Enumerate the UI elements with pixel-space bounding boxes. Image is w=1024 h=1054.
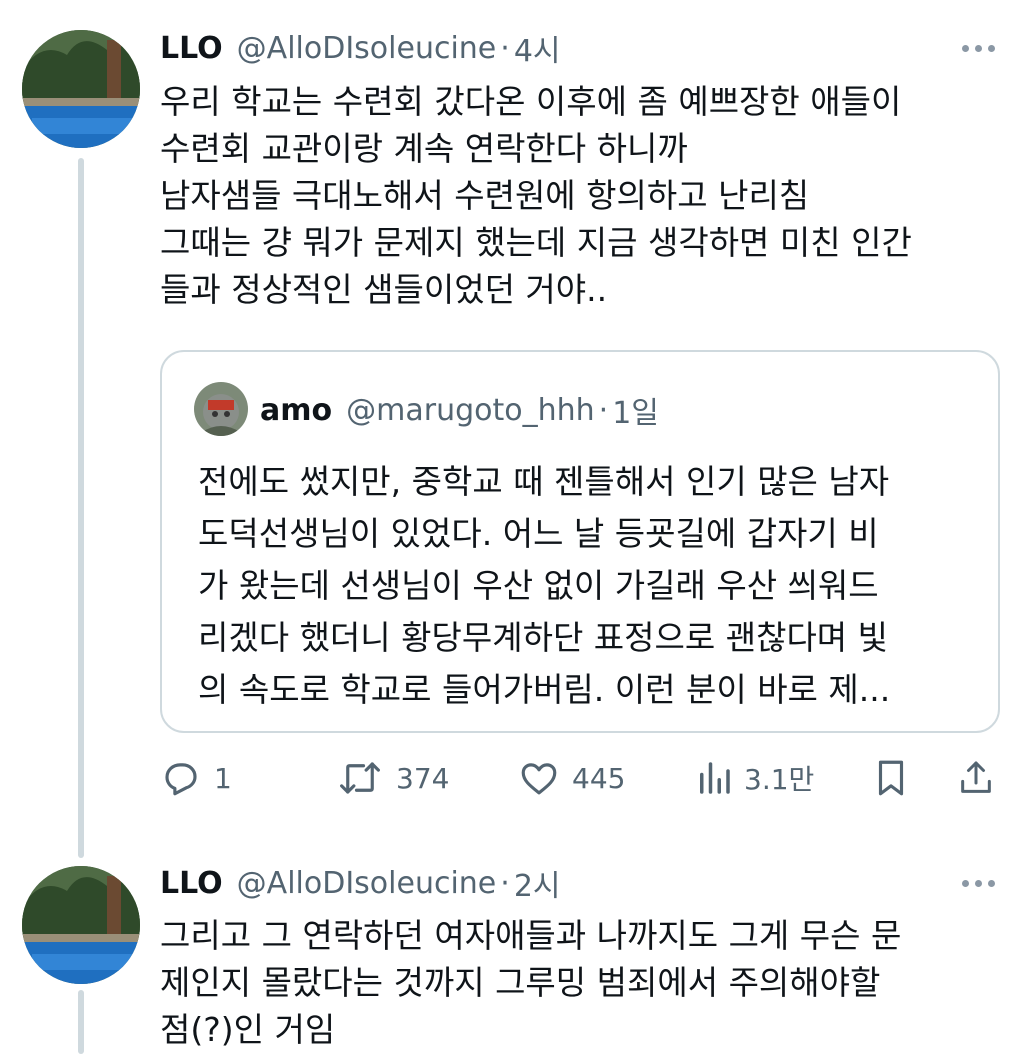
- timestamp[interactable]: 2시: [514, 861, 561, 905]
- handle[interactable]: @AlloDIsoleucine: [237, 866, 497, 901]
- avatar[interactable]: [22, 866, 140, 984]
- like-button[interactable]: 445: [518, 752, 625, 804]
- tweet-text: 그리고 그 연락하던 여자애들과 나까지도 그게 무슨 문 제인지 몰랐다는 것…: [160, 912, 901, 1053]
- bookmark-button[interactable]: [872, 752, 910, 804]
- quoted-text-line: 리겠다 했더니 황당무계하단 표정으로 괜찮다며 빛: [198, 618, 889, 657]
- share-icon: [961, 761, 991, 793]
- heart-icon: [521, 763, 557, 795]
- reply-icon: [165, 763, 197, 796]
- tweet-text-line: 남자샘들 극대노해서 수련원에 항의하고 난리침: [160, 176, 810, 215]
- reply-button[interactable]: 1: [160, 752, 232, 804]
- tweet-header: LLO @AlloDIsoleucine · 2시: [160, 861, 561, 905]
- display-name[interactable]: LLO: [160, 866, 223, 901]
- tweet-text-line: 수련회 교관이랑 계속 연락한다 하니까: [160, 129, 688, 168]
- quoted-handle: @marugoto_hhh: [346, 392, 595, 428]
- thread-connector-line-bottom: [78, 990, 84, 1054]
- reply-count: 1: [214, 761, 232, 795]
- tweet-action-bar: 1 374 445 3.1만: [160, 752, 1000, 804]
- tweet-text-line: 우리 학교는 수련회 갔다온 이후에 좀 예쁘장한 애들이: [160, 82, 902, 121]
- quoted-text-line: 전에도 썼지만, 중학교 때 젠틀해서 인기 많은 남자: [198, 462, 890, 501]
- tweet-text-line: 그때는 걍 뭐가 문제지 했는데 지금 생각하면 미친 인간: [160, 223, 912, 262]
- share-button[interactable]: [956, 752, 996, 804]
- separator-dot: ·: [598, 392, 609, 428]
- quoted-text-line: 의 속도로 학교로 들어가버림. 이런 분이 바로 제...: [198, 670, 891, 709]
- quoted-text-line: 가 왔는데 선생님이 우산 없이 가길래 우산 씌워드: [198, 566, 879, 605]
- quoted-avatar[interactable]: [194, 382, 248, 436]
- more-options-icon[interactable]: [958, 38, 998, 58]
- avatar[interactable]: [22, 30, 140, 148]
- quoted-tweet-header: amo @marugoto_hhh · 1일: [260, 390, 659, 432]
- tweet-text: 우리 학교는 수련회 갔다온 이후에 좀 예쁘장한 애들이 수련회 교관이랑 계…: [160, 78, 912, 313]
- quoted-tweet-text: 전에도 썼지만, 중학교 때 젠틀해서 인기 많은 남자 도덕선생님이 있었다.…: [198, 456, 890, 716]
- separator-dot: ·: [500, 30, 510, 66]
- tweet-text-line: 들과 정상적인 샘들이었던 거야..: [160, 270, 608, 309]
- display-name[interactable]: LLO: [160, 31, 223, 66]
- tweet-text-line: 점(?)인 거임: [160, 1010, 336, 1049]
- retweet-count: 374: [396, 761, 450, 795]
- separator-dot: ·: [500, 865, 510, 901]
- bookmark-icon: [878, 760, 904, 796]
- tweet-text-line: 제인지 몰랐다는 것까지 그루밍 범죄에서 주의해야할: [160, 963, 881, 1002]
- thread-connector-line: [78, 158, 84, 858]
- like-count: 445: [572, 761, 626, 795]
- view-count: 3.1만: [744, 763, 815, 796]
- views-button[interactable]: 3.1만: [696, 752, 814, 804]
- quoted-display-name: amo: [260, 392, 333, 428]
- handle[interactable]: @AlloDIsoleucine: [237, 31, 497, 66]
- tweet-header: LLO @AlloDIsoleucine · 4시: [160, 26, 561, 70]
- timestamp[interactable]: 4시: [514, 26, 561, 70]
- quoted-tweet-card[interactable]: amo @marugoto_hhh · 1일 전에도 썼지만, 중학교 때 젠틀…: [160, 350, 1000, 733]
- analytics-icon: [700, 762, 730, 794]
- retweet-icon: [340, 762, 380, 794]
- quoted-text-line: 도덕선생님이 있었다. 어느 날 등굣길에 갑자기 비: [198, 514, 879, 553]
- more-options-icon[interactable]: [958, 873, 998, 893]
- quoted-timestamp: 1일: [612, 396, 659, 431]
- retweet-button[interactable]: 374: [336, 752, 449, 804]
- tweet-text-line: 그리고 그 연락하던 여자애들과 나까지도 그게 무슨 문: [160, 916, 902, 955]
